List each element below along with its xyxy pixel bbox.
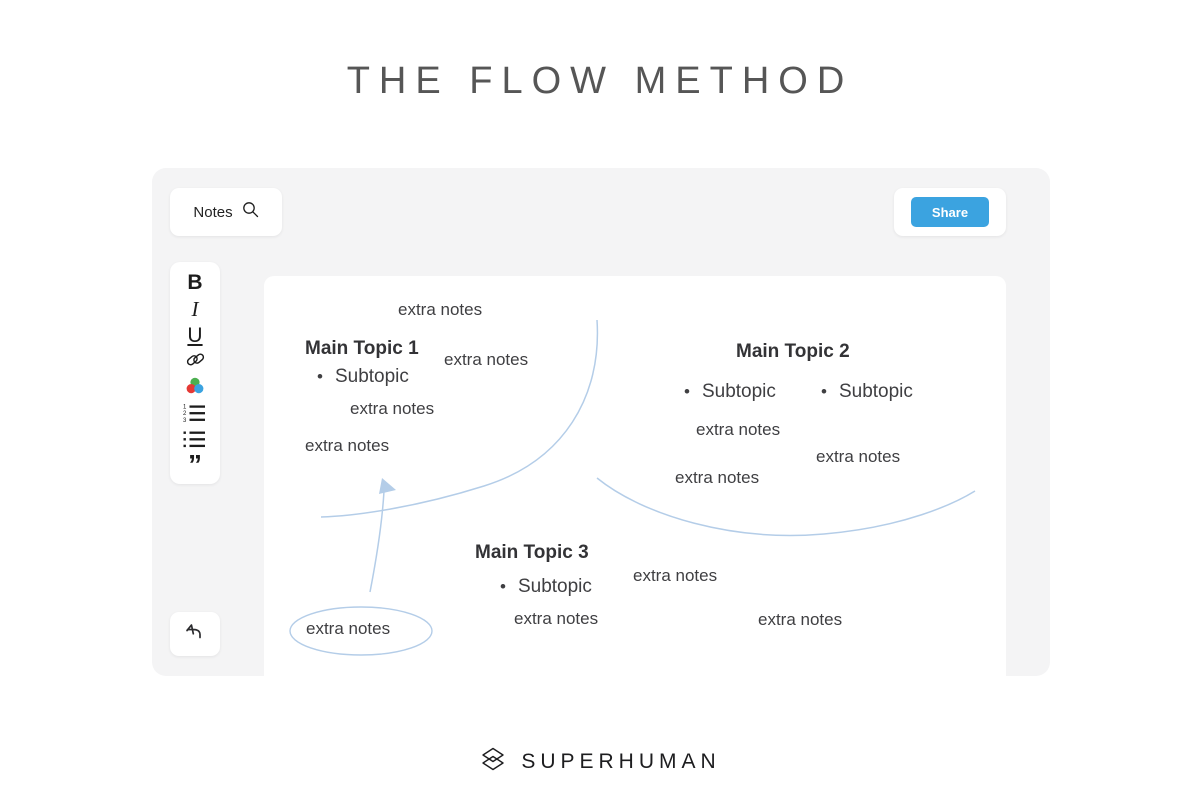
subtopic-3-1[interactable]: Subtopic [500,576,592,598]
flow-curve-lower [596,477,976,537]
subtopic-2-1[interactable]: Subtopic [684,381,776,403]
main-topic-1[interactable]: Main Topic 1 [305,338,419,360]
undo-button[interactable] [170,612,220,656]
bold-button[interactable]: B [170,270,220,296]
extra-note-2[interactable]: extra notes [444,350,528,370]
app-panel: Notes Share B I U 1 2 3 ” extra notes Ma… [152,168,1050,676]
flow-arrow-shaft [369,490,385,593]
page-root: THE FLOW METHOD Notes Share B I U 1 2 3 … [0,0,1200,810]
extra-note-4[interactable]: extra notes [305,436,389,456]
superhuman-diamond-logo [479,745,507,778]
svg-text:2: 2 [183,411,187,417]
footer-brand: SUPERHUMAN [0,745,1200,778]
subtopic-2-2[interactable]: Subtopic [821,381,913,403]
share-button[interactable]: Share [911,197,989,227]
numbered-list-button[interactable]: 1 2 3 [170,402,220,428]
extra-note-9[interactable]: extra notes [514,609,598,629]
quote-button[interactable]: ” [170,450,220,485]
link-button[interactable] [170,349,220,375]
svg-text:3: 3 [183,418,187,423]
page-title: THE FLOW METHOD [346,60,854,102]
share-card: Share [894,188,1006,236]
undo-arrow-icon [184,623,206,646]
extra-note-5[interactable]: extra notes [696,420,780,440]
main-topic-3[interactable]: Main Topic 3 [475,542,589,564]
search-icon[interactable] [242,201,259,223]
notes-canvas[interactable]: extra notes Main Topic 1 extra notes Subtop… [264,276,1006,676]
flow-arrow-head [379,478,396,494]
brand-name: SUPERHUMAN [521,749,721,773]
extra-note-7[interactable]: extra notes [675,468,759,488]
subtopic-1-1[interactable]: Subtopic [317,366,409,388]
italic-button[interactable]: I [170,296,220,322]
notes-search-card[interactable]: Notes [170,188,282,236]
underline-button[interactable]: U [170,323,220,349]
numbered-list-icon: 1 2 3 [183,402,207,428]
color-button[interactable] [170,375,220,402]
main-topic-2[interactable]: Main Topic 2 [736,341,850,363]
canvas-doodles [289,319,976,656]
formatting-toolbar: B I U 1 2 3 ” [170,262,220,484]
extra-note-10[interactable]: extra notes [758,610,842,630]
link-icon [185,349,206,375]
extra-note-circled[interactable]: extra notes [306,619,390,639]
extra-note-3[interactable]: extra notes [350,399,434,419]
color-palette-icon [184,375,206,402]
notes-label: Notes [193,203,233,221]
extra-note-6[interactable]: extra notes [816,447,900,467]
extra-note-1[interactable]: extra notes [398,300,482,320]
svg-text:1: 1 [183,405,187,411]
extra-note-8[interactable]: extra notes [633,566,717,586]
